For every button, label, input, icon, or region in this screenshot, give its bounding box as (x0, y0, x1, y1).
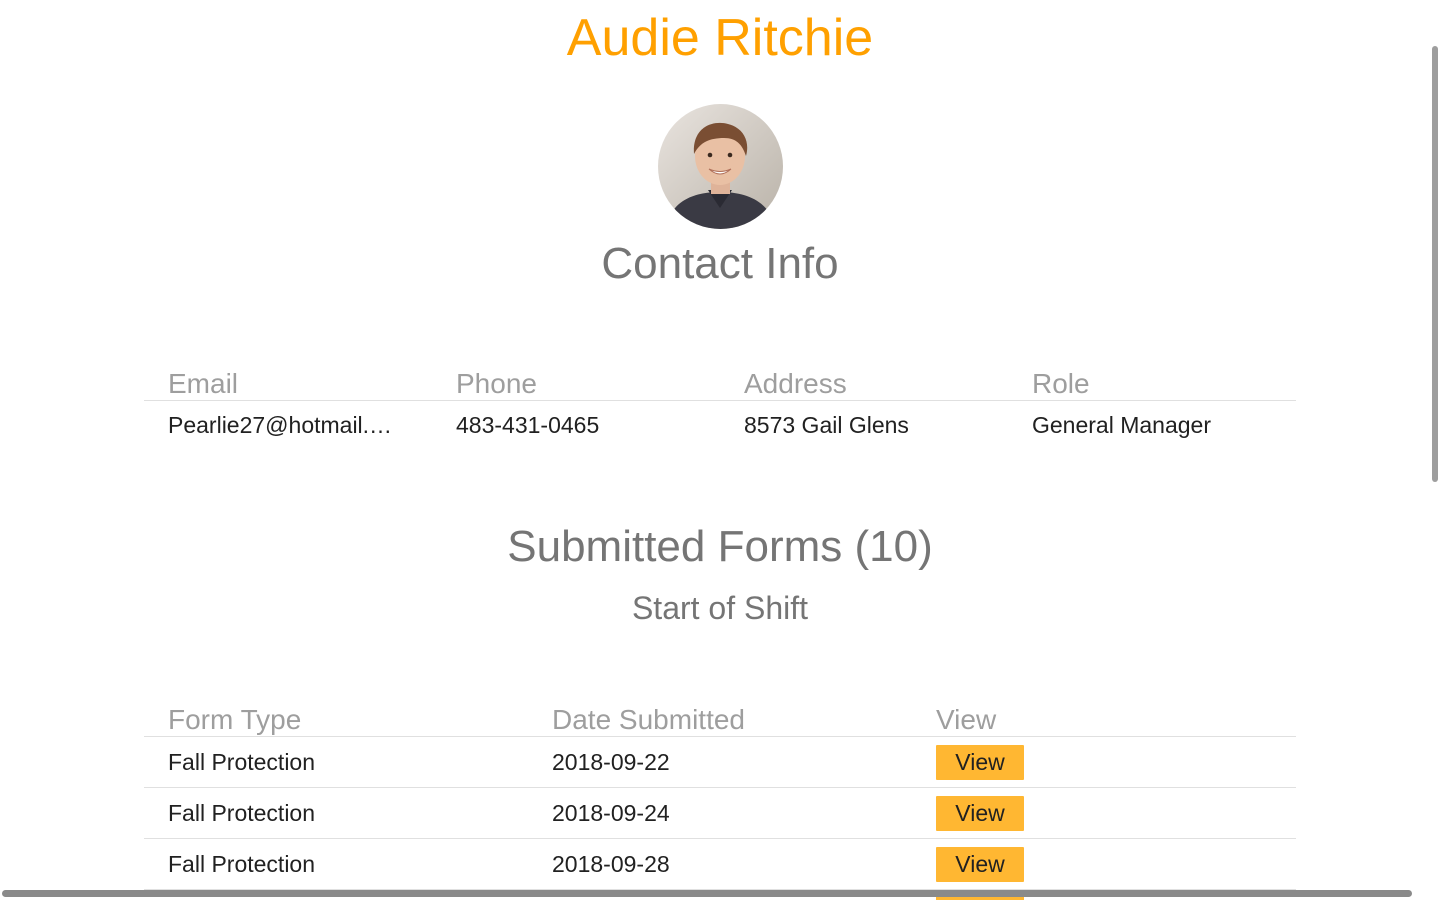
view-button[interactable]: View (936, 744, 1024, 780)
email-header: Email (144, 362, 432, 401)
contact-table: Email Phone Address Role Pearlie27@hotma… (144, 362, 1296, 449)
contact-header-row: Email Phone Address Role (144, 362, 1296, 401)
date-cell: 2018-09-28 (528, 838, 912, 890)
date-cell: 2018-09-22 (528, 736, 912, 788)
submitted-forms-title: Submitted Forms (10) (507, 522, 933, 571)
forms-table: Form Type Date Submitted View Fall Prote… (144, 698, 1296, 890)
user-name: Audie Ritchie (566, 9, 874, 67)
form-type-header: Form Type (144, 698, 528, 737)
contact-info-title: Contact Info (601, 239, 839, 288)
date-cell: 2018-09-24 (528, 787, 912, 839)
role-value: General Manager (1032, 411, 1211, 438)
form-type-cell: Fall Protection (144, 736, 528, 788)
view-cell: View (912, 736, 1296, 788)
table-row: Fall Protection 2018-09-28 View (144, 838, 1296, 890)
role-header: Role (1008, 362, 1296, 401)
view-button[interactable]: View (936, 795, 1024, 831)
date-submitted-header: Date Submitted (528, 698, 912, 737)
vertical-scrollbar[interactable] (1432, 46, 1438, 482)
view-cell: View (912, 838, 1296, 890)
horizontal-scrollbar[interactable] (2, 890, 1412, 897)
table-row: Fall Protection 2018-09-22 View (144, 736, 1296, 788)
view-button[interactable]: View (936, 846, 1024, 882)
form-type-cell: Fall Protection (144, 787, 528, 839)
address-value: 8573 Gail Glens (744, 411, 909, 438)
email-value: Pearlie27@hotmail.… (168, 411, 393, 438)
table-row: Fall Protection 2018-09-24 View (144, 787, 1296, 839)
form-group-title: Start of Shift (631, 590, 809, 626)
form-type-cell: Fall Protection (144, 838, 528, 890)
view-cell: View (912, 787, 1296, 839)
forms-header-row: Form Type Date Submitted View (144, 698, 1296, 737)
address-header: Address (720, 362, 1008, 401)
avatar (658, 104, 783, 229)
profile-page: Audie Ritchie Contact Info Email Phone A… (0, 0, 1440, 900)
contact-row: Pearlie27@hotmail.… 483-431-0465 8573 Ga… (144, 401, 1296, 450)
view-header: View (912, 698, 1296, 737)
phone-value: 483-431-0465 (456, 411, 600, 438)
phone-header: Phone (432, 362, 720, 401)
